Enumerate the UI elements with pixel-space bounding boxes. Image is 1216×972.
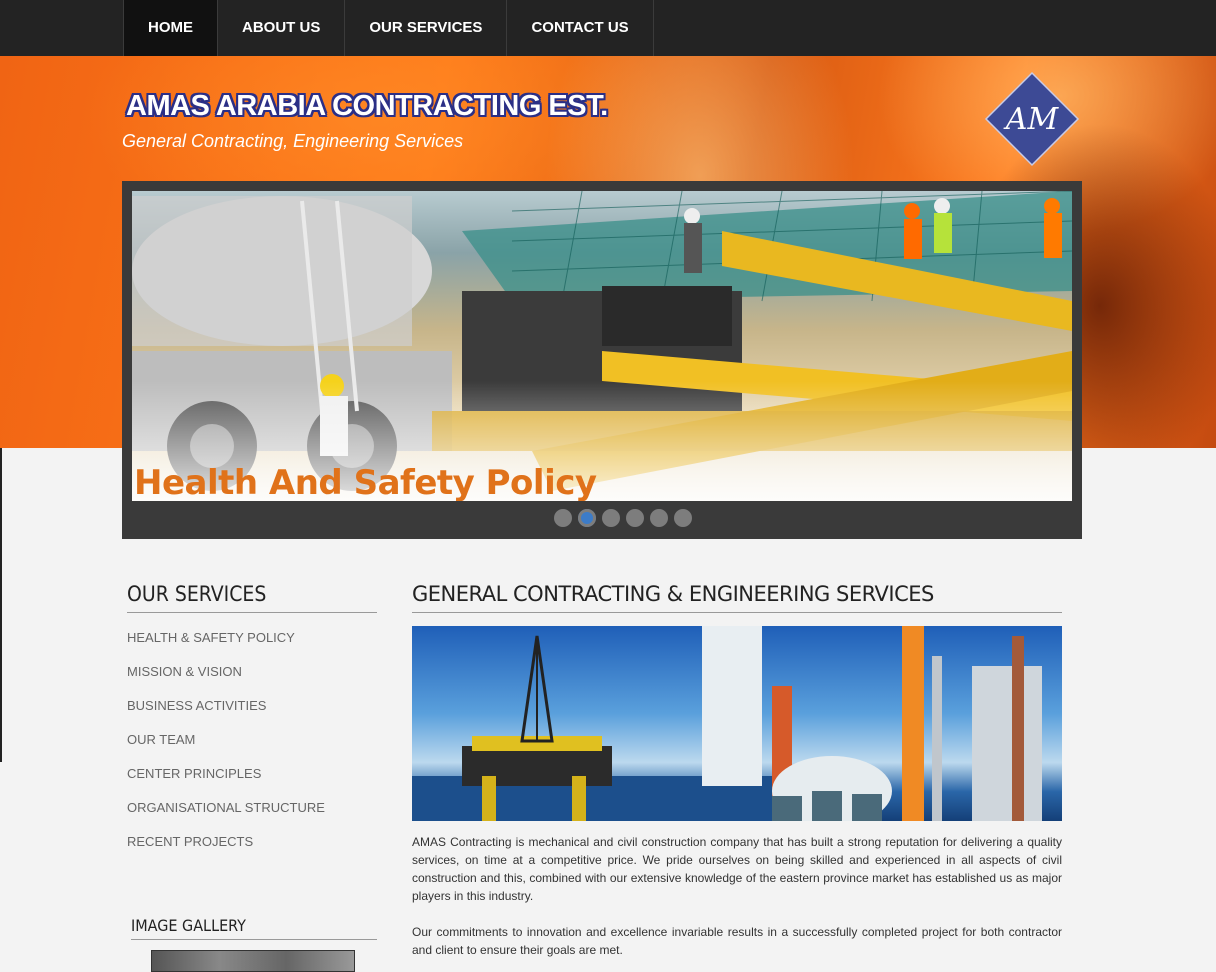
sidebar-services-heading: OUR SERVICES	[127, 582, 377, 613]
nav-item-home[interactable]: HOME	[123, 0, 218, 56]
company-logo[interactable]: AM	[984, 71, 1080, 167]
logo-monogram: AM	[1003, 102, 1060, 137]
nav-item-about-us[interactable]: ABOUT US	[218, 0, 346, 56]
slider-dot-1[interactable]	[554, 509, 572, 527]
sidebar-services-list: HEALTH & SAFETY POLICY MISSION & VISION …	[127, 630, 325, 868]
nav-item-contact-us[interactable]: CONTACT US	[507, 0, 654, 56]
construction-scene	[132, 191, 1072, 501]
slider-dot-4[interactable]	[626, 509, 644, 527]
image-slider: Health And Safety Policy	[122, 181, 1082, 539]
slider-dot-6[interactable]	[674, 509, 692, 527]
sidebar-item-mission-vision[interactable]: MISSION & VISION	[127, 664, 325, 698]
sidebar-item-recent-projects[interactable]: RECENT PROJECTS	[127, 834, 325, 868]
site-title: AMAS ARABIA CONTRACTING EST.	[126, 90, 608, 122]
slider-dot-2[interactable]	[578, 509, 596, 527]
oil-rig-refinery-image	[412, 626, 1062, 821]
slider-dot-5[interactable]	[650, 509, 668, 527]
image-gallery-heading: IMAGE GALLERY	[131, 916, 377, 940]
sidebar-item-health-safety[interactable]: HEALTH & SAFETY POLICY	[127, 630, 325, 664]
intro-paragraph: AMAS Contracting is mechanical and civil…	[412, 835, 1062, 903]
industrial-scene	[412, 626, 1042, 821]
commitment-paragraph: Our commitments to innovation and excell…	[412, 925, 1062, 957]
sidebar-item-center-principles[interactable]: CENTER PRINCIPLES	[127, 766, 325, 800]
sidebar-item-our-team[interactable]: OUR TEAM	[127, 732, 325, 766]
slide-image-construction[interactable]: Health And Safety Policy	[132, 191, 1072, 501]
sidebar-item-organisational-structure[interactable]: ORGANISATIONAL STRUCTURE	[127, 800, 325, 834]
nav-menu: HOME ABOUT US OUR SERVICES CONTACT US	[123, 0, 654, 56]
site-subtitle: General Contracting, Engineering Service…	[122, 131, 464, 151]
top-navigation: HOME ABOUT US OUR SERVICES CONTACT US	[0, 0, 1216, 56]
slider-dot-3[interactable]	[602, 509, 620, 527]
slider-pagination	[554, 509, 692, 527]
main-heading: GENERAL CONTRACTING & ENGINEERING SERVIC…	[412, 582, 1062, 613]
gallery-thumbnail[interactable]	[151, 950, 355, 972]
nav-item-our-services[interactable]: OUR SERVICES	[345, 0, 508, 56]
slide-caption: Health And Safety Policy	[134, 463, 597, 501]
sidebar-item-business-activities[interactable]: BUSINESS ACTIVITIES	[127, 698, 325, 732]
